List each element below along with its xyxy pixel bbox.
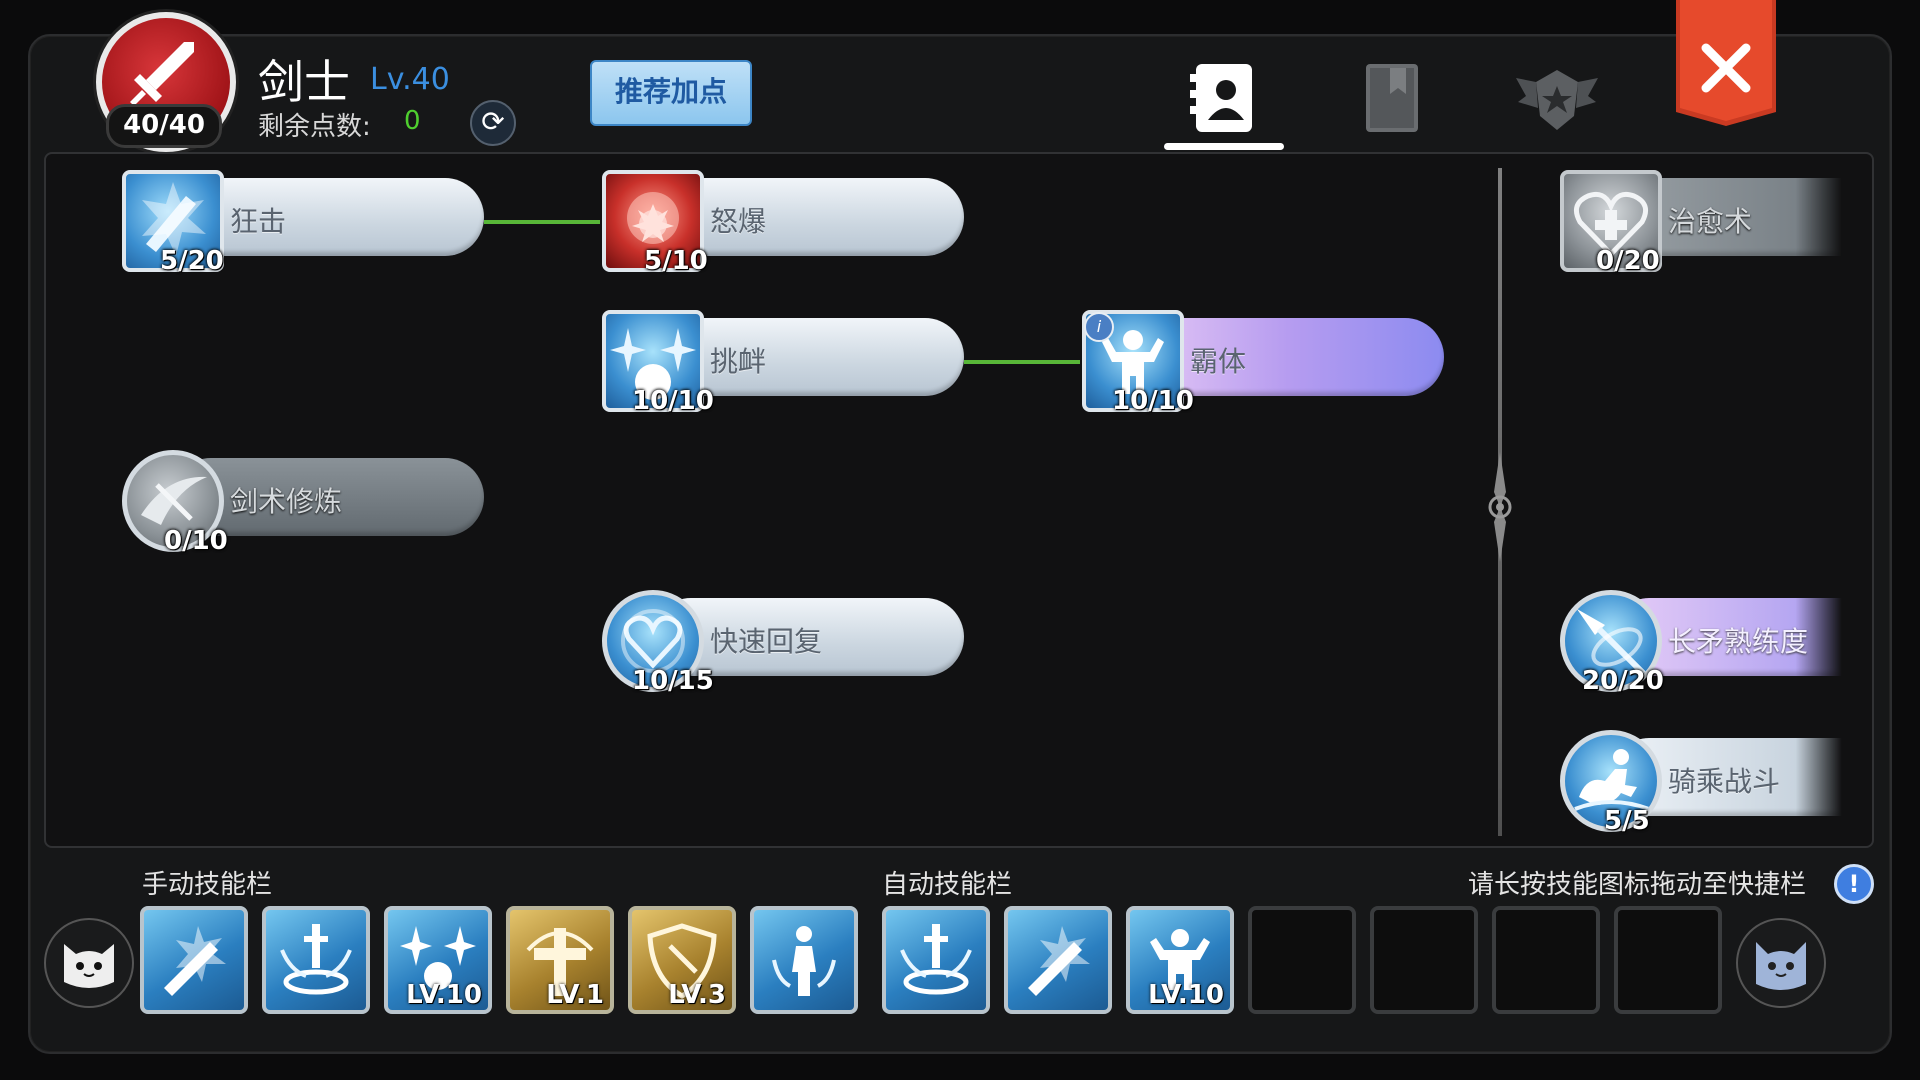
skill-zhiyu[interactable]: 治愈术 0/20 [1560,150,1842,276]
skill-name: 霸体 [1190,345,1247,378]
skill-name: 剑术修炼 [230,485,343,518]
active-tab-indicator [1164,143,1284,150]
manual-slot-3[interactable]: LV.10 [384,906,492,1014]
auto-slot-3[interactable]: LV.10 [1126,906,1234,1014]
auto-slot-1[interactable] [882,906,990,1014]
skill-level: 10/10 [632,386,714,416]
skill-tiaoxin[interactable]: 挑衅 10/10 [602,290,964,416]
sword-burst-icon [280,924,352,995]
skill-name: 挑衅 [710,345,767,378]
skill-level: 0/20 [1596,246,1660,276]
class-level: Lv.40 [370,62,450,97]
cat-avatar-dark-icon[interactable] [44,918,134,1008]
cat-avatar-light-icon[interactable] [1736,918,1826,1008]
winged-emblem-icon [1516,70,1598,130]
manual-slot-6[interactable] [750,906,858,1014]
class-name: 剑士 [258,55,350,109]
refresh-icon: ⟳ [481,105,505,138]
reset-points-button[interactable]: ⟳ [470,100,516,146]
exclamation-help-icon[interactable]: ! [1834,864,1874,904]
skill-name: 长矛熟练度 [1668,625,1809,658]
drag-hint: 请长按技能图标拖动至快捷栏 [1468,870,1807,900]
skill-name: 怒爆 [710,205,767,238]
skill-changmao[interactable]: 长矛熟练度 20/20 [1560,570,1842,696]
auto-skill-bar-label: 自动技能栏 [882,870,1013,900]
skill-name: 骑乘战斗 [1668,765,1781,798]
skill-level: 10/10 [1112,386,1194,416]
manual-slot-5[interactable]: LV.3 [628,906,736,1014]
slot-level: LV.10 [406,980,482,1010]
auto-slot-empty-4[interactable] [1248,906,1356,1014]
connector-kuangji-nubao [484,220,600,224]
slot-level: LV.3 [668,980,726,1010]
bookmark-book-icon [1366,64,1418,132]
skill-name: 治愈术 [1668,205,1753,238]
sword-icon [130,42,194,106]
skill-level: 10/15 [632,666,714,696]
divider-ornament-icon [1488,452,1512,562]
manual-slot-1[interactable] [140,906,248,1014]
slot-level: LV.10 [1148,980,1224,1010]
sword-burst-icon [900,924,972,995]
skill-level: 5/5 [1604,806,1650,836]
tab-book[interactable] [1348,56,1438,146]
manual-slot-4[interactable]: LV.1 [506,906,614,1014]
skill-jianshu[interactable]: 剑术修炼 0/10 [122,430,484,556]
info-icon[interactable]: i [1084,312,1114,342]
class-points-badge: 40/40 [106,104,222,148]
auto-slot-empty-5[interactable] [1370,906,1478,1014]
skill-level: 5/20 [160,246,224,276]
manual-skill-bar-label: 手动技能栏 [142,870,273,900]
close-button[interactable] [1676,0,1776,126]
skill-kuangji[interactable]: 狂击 5/20 [122,150,484,276]
recommend-points-button[interactable]: 推荐加点 [590,60,752,126]
tab-emblem[interactable] [1512,56,1602,146]
remaining-points-label: 剩余点数: [258,112,371,142]
skill-level: 0/10 [164,526,228,556]
skill-nubao[interactable]: 怒爆 5/10 [602,150,964,276]
sword-strike-icon [1028,926,1090,996]
skill-bati[interactable]: 霸体 10/10 i [1082,290,1444,416]
auto-slot-2[interactable] [1004,906,1112,1014]
skill-name: 狂击 [230,205,287,238]
close-icon [1676,0,1776,126]
tab-skills[interactable] [1178,56,1268,146]
sword-strike-icon [164,926,226,996]
slot-level: LV.1 [546,980,604,1010]
skill-level: 5/10 [644,246,708,276]
skill-profile-icon [1190,64,1252,132]
person-recover-icon [772,926,836,996]
auto-slot-empty-7[interactable] [1614,906,1722,1014]
auto-slot-empty-6[interactable] [1492,906,1600,1014]
skill-name: 快速回复 [710,625,823,658]
remaining-points-value: 0 [404,106,421,136]
skill-level: 20/20 [1582,666,1664,696]
manual-slot-2[interactable] [262,906,370,1014]
skill-qicheng[interactable]: 骑乘战斗 5/5 [1560,710,1842,836]
connector-tiaoxin-bati [964,360,1080,364]
skill-kuaisu[interactable]: 快速回复 10/15 [602,570,964,696]
